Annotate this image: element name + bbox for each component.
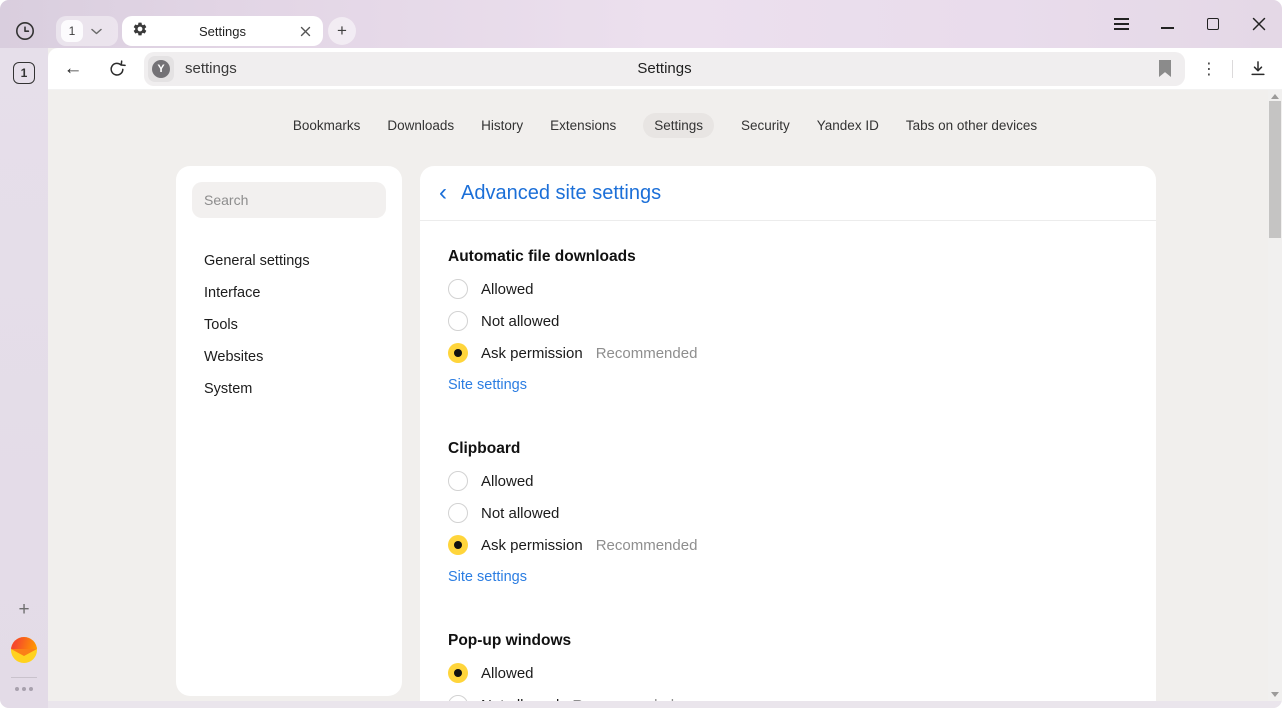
radio-option-not-allowed[interactable]: Not allowed Recommended: [448, 689, 1128, 701]
titlebar: 1 Settings +: [0, 0, 1282, 48]
settings-page: Bookmarks Downloads History Extensions S…: [48, 90, 1282, 701]
divider: [1232, 60, 1233, 78]
nav-tab-yandex-id[interactable]: Yandex ID: [817, 113, 879, 138]
back-icon[interactable]: ←: [61, 57, 85, 81]
scroll-down-icon[interactable]: [1271, 692, 1279, 697]
settings-nav-tabs: Bookmarks Downloads History Extensions S…: [48, 113, 1282, 138]
settings-main-panel: ‹ Advanced site settings Automatic file …: [420, 166, 1156, 701]
browser-menu-icon[interactable]: [1110, 13, 1132, 35]
tab-settings[interactable]: Settings: [122, 16, 323, 46]
sidebar-item-websites[interactable]: Websites: [176, 341, 402, 373]
omnibox[interactable]: Y settings Settings: [144, 52, 1185, 86]
history-clock-icon[interactable]: [13, 19, 37, 43]
settings-sections: Automatic file downloads Allowed Not all…: [420, 221, 1156, 701]
section-pop-up-windows: Pop-up windows Allowed Not allowed Recom…: [448, 625, 1128, 701]
downloads-icon[interactable]: [1246, 57, 1270, 81]
reload-icon[interactable]: [105, 57, 129, 81]
page-title: Advanced site settings: [461, 182, 661, 205]
nav-tab-downloads[interactable]: Downloads: [387, 113, 454, 138]
section-automatic-file-downloads: Automatic file downloads Allowed Not all…: [448, 241, 1128, 401]
nav-tab-extensions[interactable]: Extensions: [550, 113, 616, 138]
close-button[interactable]: [1248, 13, 1270, 35]
browser-window: 1 Settings + 1 +: [0, 0, 1282, 708]
rail-more-icon[interactable]: [0, 682, 48, 691]
chevron-down-icon[interactable]: [91, 22, 102, 40]
chevron-back-icon[interactable]: ‹: [434, 179, 452, 207]
sidebar-item-interface[interactable]: Interface: [176, 277, 402, 309]
section-title: Automatic file downloads: [448, 241, 1128, 273]
nav-tab-history[interactable]: History: [481, 113, 523, 138]
radio-icon[interactable]: [448, 503, 468, 523]
radio-option-allowed[interactable]: Allowed: [448, 465, 1128, 497]
yandex-mail-icon[interactable]: [11, 637, 37, 663]
radio-icon[interactable]: [448, 471, 468, 491]
recommended-note: Recommended: [596, 345, 698, 362]
address-bar-actions: ⋮: [1199, 57, 1270, 81]
tab-group-chip[interactable]: 1: [56, 16, 118, 46]
nav-tab-security[interactable]: Security: [741, 113, 790, 138]
recommended-note: Recommended: [596, 537, 698, 554]
bookmark-icon[interactable]: [1155, 59, 1175, 79]
radio-option-not-allowed[interactable]: Not allowed: [448, 305, 1128, 337]
site-settings-link[interactable]: Site settings: [448, 561, 527, 593]
mail-envelope-top: [11, 637, 37, 649]
nav-tab-settings[interactable]: Settings: [643, 113, 714, 138]
site-badge[interactable]: Y: [148, 56, 174, 82]
radio-option-allowed[interactable]: Allowed: [448, 657, 1128, 689]
section-title: Clipboard: [448, 433, 1128, 465]
tab-close-icon[interactable]: [297, 23, 313, 39]
gear-icon: [132, 21, 148, 42]
sidebar-item-tools[interactable]: Tools: [176, 309, 402, 341]
vertical-scrollbar[interactable]: [1268, 90, 1282, 701]
radio-option-ask-permission[interactable]: Ask permission Recommended: [448, 337, 1128, 369]
site-settings-link[interactable]: Site settings: [448, 369, 527, 401]
scrollbar-thumb[interactable]: [1269, 101, 1281, 238]
mail-envelope-flap: [11, 649, 37, 656]
radio-selected-icon[interactable]: [448, 663, 468, 683]
advanced-site-settings-header[interactable]: ‹ Advanced site settings: [420, 166, 1156, 221]
new-tab-button[interactable]: +: [328, 17, 356, 45]
scroll-up-icon[interactable]: [1271, 94, 1279, 99]
radio-icon[interactable]: [448, 279, 468, 299]
radio-option-not-allowed[interactable]: Not allowed: [448, 497, 1128, 529]
maximize-button[interactable]: [1202, 13, 1224, 35]
sidebar-item-system[interactable]: System: [176, 373, 402, 405]
left-sidebar-rail: 1 +: [0, 48, 48, 708]
rail-add-icon[interactable]: +: [0, 599, 48, 621]
search-input[interactable]: [192, 182, 386, 218]
nav-tab-bookmarks[interactable]: Bookmarks: [293, 113, 361, 138]
sidebar-item-general-settings[interactable]: General settings: [176, 245, 402, 277]
kebab-menu-icon[interactable]: ⋮: [1199, 59, 1219, 79]
yandex-logo-icon: Y: [152, 60, 170, 78]
url-text[interactable]: settings: [185, 60, 237, 77]
radio-selected-icon[interactable]: [448, 535, 468, 555]
radio-option-ask-permission[interactable]: Ask permission Recommended: [448, 529, 1128, 561]
minimize-button[interactable]: [1156, 13, 1178, 35]
radio-selected-icon[interactable]: [448, 343, 468, 363]
hamburger-icon: [1114, 18, 1129, 30]
address-bar: ← Y settings Settings ⋮: [48, 48, 1282, 90]
settings-sidebar: General settings Interface Tools Website…: [176, 166, 402, 696]
section-clipboard: Clipboard Allowed Not allowed Ask permis…: [448, 433, 1128, 593]
tab-count-badge[interactable]: 1: [13, 62, 35, 84]
tab-group-count: 1: [61, 20, 83, 42]
window-bottom-edge: [48, 701, 1282, 708]
radio-option-allowed[interactable]: Allowed: [448, 273, 1128, 305]
sidebar-items: General settings Interface Tools Website…: [176, 245, 402, 405]
window-controls: [1110, 8, 1270, 40]
nav-tab-other-devices[interactable]: Tabs on other devices: [906, 113, 1037, 138]
radio-icon[interactable]: [448, 311, 468, 331]
tab-title: Settings: [148, 24, 297, 39]
rail-divider: [11, 677, 37, 678]
section-title: Pop-up windows: [448, 625, 1128, 657]
page-title-center: Settings: [144, 60, 1185, 77]
